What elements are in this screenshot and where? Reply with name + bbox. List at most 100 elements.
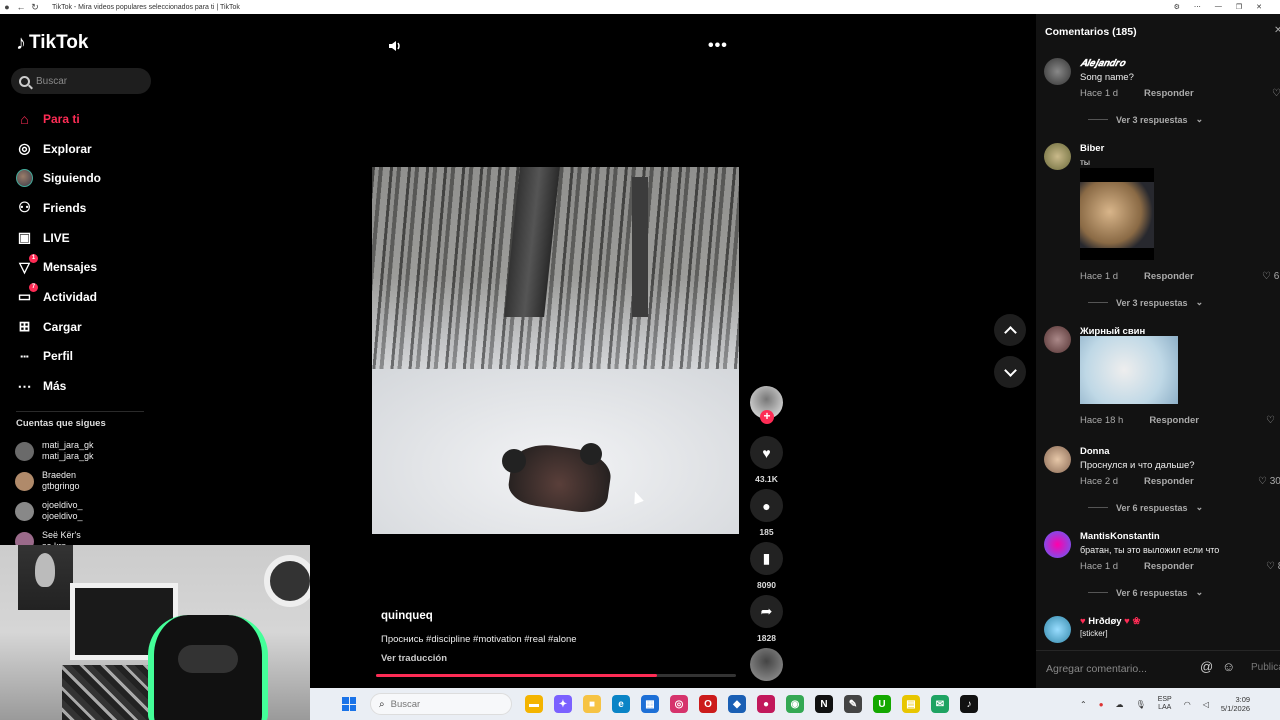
tray-app-icon[interactable]: ● bbox=[1099, 700, 1104, 709]
file-explorer-icon[interactable]: ▬ bbox=[525, 695, 543, 713]
sticky-notes-icon[interactable]: ▤ bbox=[902, 695, 920, 713]
defender-icon[interactable]: ◆ bbox=[728, 695, 746, 713]
nav-upload[interactable]: ⊞ Cargar bbox=[16, 312, 101, 342]
language-indicator[interactable]: ESP LAA bbox=[1158, 696, 1172, 712]
close-comments-icon[interactable]: ✕ bbox=[1274, 25, 1280, 36]
avatar[interactable] bbox=[1044, 326, 1071, 353]
speaker-icon[interactable]: ◁ bbox=[1203, 700, 1209, 709]
previous-video-button[interactable] bbox=[994, 314, 1026, 346]
comment-username[interactable]: Biber bbox=[1080, 143, 1104, 154]
copilot-icon[interactable]: ✦ bbox=[554, 695, 572, 713]
instagram-icon[interactable]: ◎ bbox=[670, 695, 688, 713]
extensions-icon[interactable]: ⚙ bbox=[1174, 3, 1180, 11]
edge-icon[interactable]: e bbox=[612, 695, 630, 713]
comment-sticker[interactable] bbox=[1080, 336, 1178, 404]
avatar[interactable] bbox=[1044, 143, 1071, 170]
folder-icon[interactable]: ■ bbox=[583, 695, 601, 713]
follow-plus-button[interactable]: + bbox=[760, 410, 774, 424]
see-translation-link[interactable]: Ver traducción bbox=[381, 653, 447, 664]
view-replies-button[interactable]: Ver 3 respuestas ⌄ bbox=[1088, 114, 1203, 125]
chevron-up-icon[interactable]: ⌃ bbox=[1080, 700, 1087, 709]
nav-live[interactable]: ▣ LIVE bbox=[16, 223, 101, 253]
mention-icon[interactable]: @ bbox=[1200, 659, 1213, 674]
save-action[interactable]: ▮ 8090 bbox=[750, 542, 783, 590]
reply-button[interactable]: Responder bbox=[1144, 88, 1194, 99]
nav-profile[interactable]: ▪▪▪ Perfil bbox=[16, 342, 101, 372]
more-options-icon[interactable]: ••• bbox=[708, 37, 728, 55]
close-window-icon[interactable]: ✕ bbox=[1256, 3, 1262, 11]
avatar[interactable] bbox=[1044, 58, 1071, 85]
following-item[interactable]: ojoeldivo_ ojoeldivo_ bbox=[15, 496, 94, 526]
comment-like-button[interactable]: ♡ 8 bbox=[1266, 561, 1280, 572]
view-replies-button[interactable]: Ver 6 respuestas ⌄ bbox=[1088, 502, 1203, 513]
avatar[interactable] bbox=[1044, 616, 1071, 643]
publish-button[interactable]: Publicar bbox=[1251, 662, 1280, 673]
emoji-icon[interactable]: ☺ bbox=[1222, 659, 1235, 674]
comment-username[interactable]: MantisKonstantin bbox=[1080, 531, 1160, 542]
chrome-icon[interactable]: ◉ bbox=[786, 695, 804, 713]
comment-image[interactable] bbox=[1080, 168, 1154, 260]
nav-following[interactable]: Siguiendo bbox=[16, 163, 101, 193]
messages-badge: 1 bbox=[29, 253, 38, 263]
comment-like-button[interactable]: ♡ 30 bbox=[1258, 476, 1280, 487]
comment-username[interactable]: ♥ Hrðdøy ♥ ❀ bbox=[1080, 616, 1140, 627]
tray-cloud-icon[interactable]: ☁ bbox=[1116, 700, 1124, 709]
menu-icon[interactable]: ⋯ bbox=[1194, 3, 1201, 11]
nav-friends[interactable]: ⚇ Friends bbox=[16, 193, 101, 223]
tiktok-logo[interactable]: ♪ TikTok bbox=[16, 32, 88, 54]
comment-like-button[interactable]: ♡ bbox=[1266, 415, 1275, 426]
following-item[interactable]: Braeden gtbgringo bbox=[15, 466, 94, 496]
notes-icon[interactable]: ✎ bbox=[844, 695, 862, 713]
reply-button[interactable]: Responder bbox=[1144, 271, 1194, 282]
store-icon[interactable]: ▦ bbox=[641, 695, 659, 713]
search-input[interactable] bbox=[36, 75, 136, 87]
view-replies-button[interactable]: Ver 6 respuestas ⌄ bbox=[1088, 587, 1203, 598]
comment-username[interactable]: 𝑨𝒍𝒆𝒋𝒂𝒏𝒅𝒓𝒐 bbox=[1080, 58, 1125, 69]
video-author[interactable]: quinqueq bbox=[381, 610, 433, 622]
chat-icon[interactable]: ✉ bbox=[931, 695, 949, 713]
comment-like-button[interactable]: ♡ bbox=[1272, 88, 1280, 99]
windows-start-icon[interactable] bbox=[342, 697, 356, 711]
video-player[interactable] bbox=[372, 167, 739, 534]
reload-icon[interactable]: ↻ bbox=[28, 0, 42, 14]
nav-for-you[interactable]: ⌂ Para ti bbox=[16, 104, 101, 134]
clock[interactable]: 3:09 5/1/2026 bbox=[1221, 695, 1250, 713]
netflix-icon[interactable]: N bbox=[815, 695, 833, 713]
taskbar-search[interactable]: ⌕ bbox=[370, 693, 512, 715]
nav-activity[interactable]: ▭ 7 Actividad bbox=[16, 282, 101, 312]
next-video-button[interactable] bbox=[994, 356, 1026, 388]
comment-username[interactable]: Donna bbox=[1080, 446, 1110, 457]
nav-explore[interactable]: ◎ Explorar bbox=[16, 134, 101, 164]
taskbar-search-input[interactable] bbox=[390, 698, 471, 710]
video-progress-bar[interactable] bbox=[376, 674, 736, 677]
avatar[interactable] bbox=[1044, 446, 1071, 473]
upwork-icon[interactable]: U bbox=[873, 695, 891, 713]
restore-icon[interactable]: ❐ bbox=[1236, 3, 1242, 11]
following-item[interactable]: mati_jara_gk mati_jara_gk bbox=[15, 436, 94, 466]
avatar bbox=[15, 501, 34, 521]
nav-messages[interactable]: ▽ 1 Mensajes bbox=[16, 252, 101, 282]
reply-button[interactable]: Responder bbox=[1144, 561, 1194, 572]
recorder-icon[interactable]: ● bbox=[757, 695, 775, 713]
comment-input[interactable] bbox=[1046, 659, 1196, 679]
reply-button[interactable]: Responder bbox=[1149, 415, 1199, 426]
tiktok-icon[interactable]: ♪ bbox=[960, 695, 978, 713]
chevron-down-icon: ⌄ bbox=[1195, 502, 1204, 512]
music-disc-icon[interactable] bbox=[750, 648, 783, 681]
back-icon[interactable]: ← bbox=[14, 0, 28, 14]
like-action[interactable]: ♥ 43.1K bbox=[750, 436, 783, 484]
minimize-icon[interactable]: — bbox=[1215, 3, 1222, 11]
share-action[interactable]: ➦ 1828 bbox=[750, 595, 783, 643]
opera-icon[interactable]: O bbox=[699, 695, 717, 713]
search-box[interactable] bbox=[11, 68, 151, 94]
chevron-down-icon: ⌄ bbox=[1195, 114, 1204, 124]
avatar[interactable] bbox=[1044, 531, 1071, 558]
comment-action[interactable]: ● 185 bbox=[750, 489, 783, 537]
reply-button[interactable]: Responder bbox=[1144, 476, 1194, 487]
view-replies-button[interactable]: Ver 3 respuestas ⌄ bbox=[1088, 297, 1203, 308]
nav-more[interactable]: ⋯ Más bbox=[16, 371, 101, 401]
wifi-icon[interactable]: ◠ bbox=[1184, 700, 1191, 709]
volume-icon[interactable] bbox=[387, 38, 403, 54]
microphone-icon[interactable]: 🎙 bbox=[1136, 700, 1146, 709]
comment-like-button[interactable]: ♡ 6 bbox=[1262, 271, 1279, 282]
